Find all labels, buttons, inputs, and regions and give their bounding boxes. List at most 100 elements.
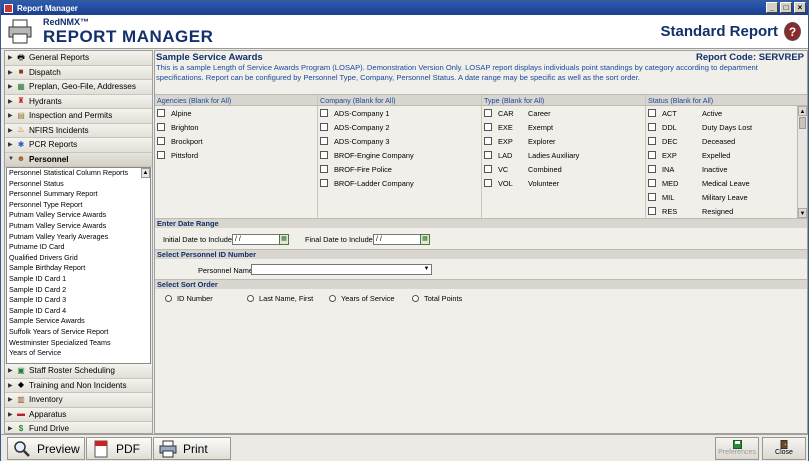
sidebar-item-inspection[interactable]: ▶ ▤ Inspection and Permits xyxy=(5,109,152,124)
list-item[interactable]: Qualified Drivers Grid xyxy=(7,253,150,264)
list-item[interactable]: Sample ID Card 3 xyxy=(7,295,150,306)
initial-date-field[interactable]: / / xyxy=(232,234,280,245)
company-option[interactable]: ADS-Company 1 xyxy=(318,106,481,120)
sidebar-item-dispatch[interactable]: ▶ ■ Dispatch xyxy=(5,65,152,80)
status-option[interactable]: INA Inactive xyxy=(646,162,807,176)
sort-option-points[interactable]: Total Points xyxy=(412,294,462,303)
list-item[interactable]: Sample Service Awards xyxy=(7,316,150,327)
pdf-button[interactable]: PDF xyxy=(86,437,152,460)
agency-option[interactable]: Pittsford xyxy=(155,148,317,162)
agency-option[interactable]: Brighton xyxy=(155,120,317,134)
sort-option-years[interactable]: Years of Service xyxy=(329,294,395,303)
company-option[interactable]: ADS-Company 2 xyxy=(318,120,481,134)
sidebar-item-preplan[interactable]: ▶ ▦ Preplan, Geo-File, Addresses xyxy=(5,80,152,95)
list-item[interactable]: Personnel Type Report xyxy=(7,200,150,211)
preferences-button[interactable]: Preferences xyxy=(715,437,759,460)
sidebar-item-hydrants[interactable]: ▶ ♜ Hydrants xyxy=(5,94,152,109)
calendar-picker-icon[interactable]: ▦ xyxy=(279,234,289,245)
status-option[interactable]: DDL Duty Days Lost xyxy=(646,120,807,134)
checkbox[interactable] xyxy=(157,151,165,159)
sidebar-item-general-reports[interactable]: ▶ 🖶 General Reports xyxy=(5,51,152,66)
radio-button[interactable] xyxy=(247,295,254,302)
checkbox[interactable] xyxy=(157,123,165,131)
sidebar-item-training[interactable]: ▶ ◆ Training and Non Incidents xyxy=(5,378,152,393)
chevron-down-icon[interactable]: ▼ xyxy=(422,265,431,274)
status-option[interactable]: DEC Deceased xyxy=(646,134,807,148)
type-option[interactable]: EXP Explorer xyxy=(482,134,645,148)
sidebar-item-personnel[interactable]: ▼ ☻ Personnel xyxy=(5,152,152,167)
sidebar-item-fund-drive[interactable]: ▶ $ Fund Drive xyxy=(5,422,152,433)
maximize-button[interactable]: □ xyxy=(780,2,792,13)
list-item[interactable]: Sample ID Card 4 xyxy=(7,306,150,317)
status-scrollbar[interactable]: ▲ ▼ xyxy=(797,106,807,218)
company-option[interactable]: BROF-Fire Police xyxy=(318,162,481,176)
checkbox[interactable] xyxy=(157,109,165,117)
checkbox[interactable] xyxy=(484,123,492,131)
checkbox[interactable] xyxy=(648,123,656,131)
list-item[interactable]: Personnel Statistical Column Reports xyxy=(7,168,150,179)
checkbox[interactable] xyxy=(320,123,328,131)
type-option[interactable]: LAD Ladies Auxiliary xyxy=(482,148,645,162)
checkbox[interactable] xyxy=(320,165,328,173)
sidebar-item-staff-roster[interactable]: ▶ ▣ Staff Roster Scheduling xyxy=(5,364,152,379)
list-item[interactable]: Sample Birthday Report xyxy=(7,263,150,274)
help-icon[interactable]: ? xyxy=(784,22,801,41)
print-button[interactable]: Print xyxy=(153,437,231,460)
checkbox[interactable] xyxy=(157,137,165,145)
scroll-up-button[interactable]: ▲ xyxy=(798,106,807,116)
company-option[interactable]: BROF-Engine Company xyxy=(318,148,481,162)
status-option[interactable]: ACT Active xyxy=(646,106,807,120)
company-option[interactable]: BROF-Ladder Company xyxy=(318,176,481,190)
checkbox[interactable] xyxy=(320,109,328,117)
list-item[interactable]: Sample ID Card 1 xyxy=(7,274,150,285)
checkbox[interactable] xyxy=(648,193,656,201)
checkbox[interactable] xyxy=(648,165,656,173)
sidebar-item-nfirs[interactable]: ▶ ♨ NFIRS Incidents xyxy=(5,123,152,138)
list-item[interactable]: Putnam Valley Service Awards xyxy=(7,221,150,232)
sidebar-item-apparatus[interactable]: ▶ ▬ Apparatus xyxy=(5,407,152,422)
checkbox[interactable] xyxy=(484,137,492,145)
close-window-button[interactable]: × xyxy=(794,2,806,13)
type-option[interactable]: EXE Exempt xyxy=(482,120,645,134)
radio-button[interactable] xyxy=(412,295,419,302)
checkbox[interactable] xyxy=(484,179,492,187)
list-item[interactable]: Putnam Valley Yearly Averages xyxy=(7,232,150,243)
checkbox[interactable] xyxy=(484,151,492,159)
scroll-thumb[interactable] xyxy=(799,117,806,129)
scroll-down-button[interactable]: ▼ xyxy=(798,208,807,218)
scroll-up-button[interactable]: ▲ xyxy=(141,168,150,178)
calendar-picker-icon[interactable]: ▦ xyxy=(420,234,430,245)
status-option[interactable]: RES Resigned xyxy=(646,204,807,218)
radio-button[interactable] xyxy=(165,295,172,302)
preview-button[interactable]: Preview xyxy=(7,437,85,460)
checkbox[interactable] xyxy=(320,179,328,187)
checkbox[interactable] xyxy=(484,109,492,117)
checkbox[interactable] xyxy=(320,137,328,145)
list-item[interactable]: Personnel Summary Report xyxy=(7,189,150,200)
checkbox[interactable] xyxy=(320,151,328,159)
list-item[interactable]: Sample ID Card 2 xyxy=(7,285,150,296)
checkbox[interactable] xyxy=(648,207,656,215)
close-button[interactable]: Close xyxy=(762,437,806,460)
final-date-field[interactable]: / / xyxy=(373,234,421,245)
sort-option-id[interactable]: ID Number xyxy=(165,294,213,303)
checkbox[interactable] xyxy=(648,151,656,159)
checkbox[interactable] xyxy=(648,137,656,145)
checkbox[interactable] xyxy=(648,109,656,117)
list-item[interactable]: Suffolk Years of Service Report xyxy=(7,327,150,338)
type-option[interactable]: VC Combined xyxy=(482,162,645,176)
type-option[interactable]: VOL Volunteer xyxy=(482,176,645,190)
personnel-name-select[interactable]: ▼ xyxy=(251,264,432,275)
list-item[interactable]: Westminster Specialized Teams xyxy=(7,338,150,349)
status-option[interactable]: MED Medical Leave xyxy=(646,176,807,190)
agency-option[interactable]: Alpine xyxy=(155,106,317,120)
minimize-button[interactable]: _ xyxy=(766,2,778,13)
sort-option-name[interactable]: Last Name, First xyxy=(247,294,313,303)
sidebar-item-inventory[interactable]: ▶ ▥ Inventory xyxy=(5,393,152,408)
sidebar-item-pcr[interactable]: ▶ ✱ PCR Reports xyxy=(5,138,152,153)
list-item[interactable]: Years of Service xyxy=(7,348,150,359)
radio-button[interactable] xyxy=(329,295,336,302)
list-item[interactable]: Personnel Status xyxy=(7,179,150,190)
status-option[interactable]: MIL Military Leave xyxy=(646,190,807,204)
list-item[interactable]: Putname ID Card xyxy=(7,242,150,253)
